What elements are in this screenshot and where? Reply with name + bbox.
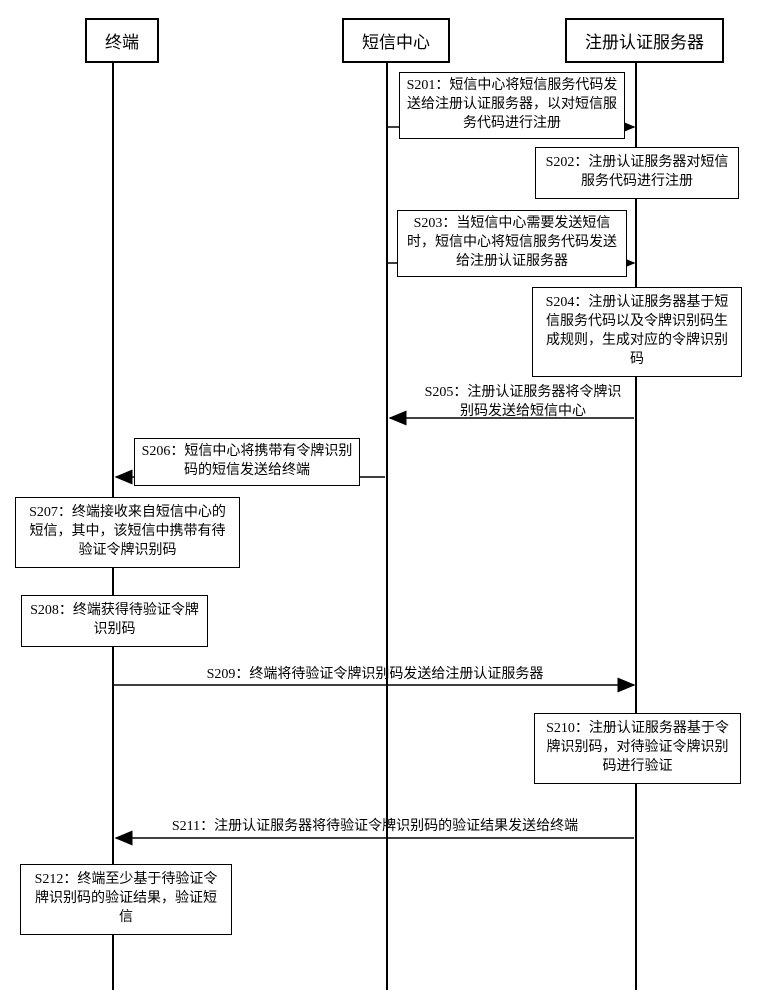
participant-terminal: 终端	[85, 18, 159, 63]
msg-s201: S201：短信中心将短信服务代码发送给注册认证服务器，以对短信服务代码进行注册	[399, 72, 625, 139]
step-s207: S207：终端接收来自短信中心的短信，其中，该短信中携带有待验证令牌识别码	[15, 497, 240, 568]
msg-s206: S206：短信中心将携带有令牌识别码的短信发送给终端	[134, 438, 360, 486]
step-s202: S202：注册认证服务器对短信服务代码进行注册	[535, 147, 739, 199]
participant-sms-center: 短信中心	[342, 18, 450, 63]
msg-s205: S205：注册认证服务器将令牌识别码发送给短信中心	[418, 384, 628, 422]
lifeline-sms-center	[386, 52, 388, 990]
step-s208: S208：终端获得待验证令牌识别码	[21, 595, 208, 647]
step-s204: S204：注册认证服务器基于短信服务代码以及令牌识别码生成规则，生成对应的令牌识…	[532, 287, 742, 377]
step-s212: S212：终端至少基于待验证令牌识别码的验证结果，验证短信	[20, 864, 232, 935]
participant-auth-server: 注册认证服务器	[565, 18, 724, 63]
msg-s203: S203：当短信中心需要发送短信时，短信中心将短信服务代码发送给注册认证服务器	[397, 210, 627, 277]
msg-s211: S211：注册认证服务器将待验证令牌识别码的验证结果发送给终端	[150, 818, 600, 837]
step-s210: S210：注册认证服务器基于令牌识别码，对待验证令牌识别码进行验证	[534, 713, 741, 784]
msg-s209: S209：终端将待验证令牌识别码发送给注册认证服务器	[200, 666, 550, 685]
